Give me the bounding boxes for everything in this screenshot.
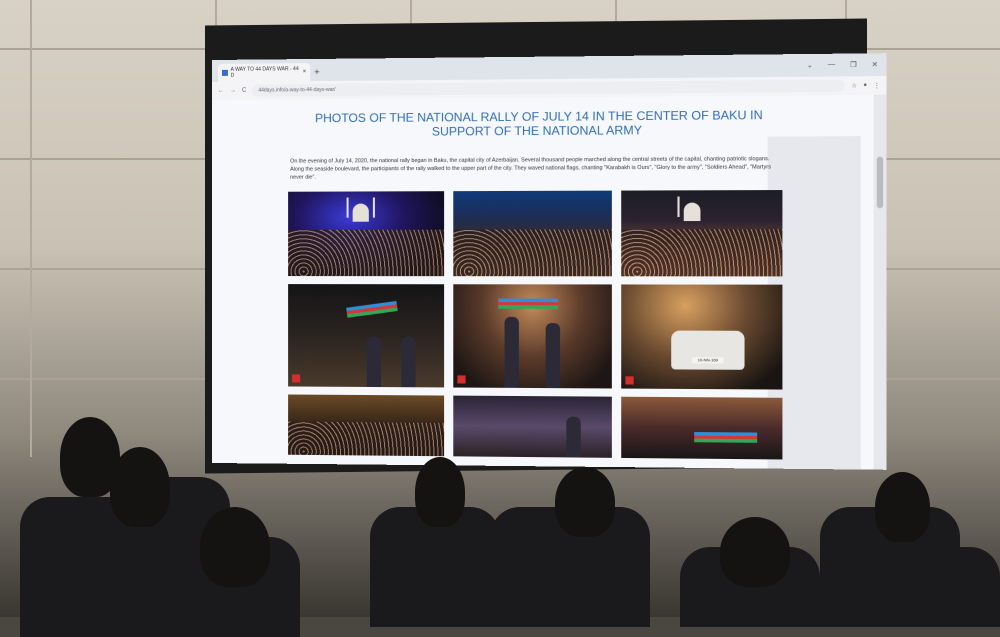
car: 10-NN-169	[671, 330, 745, 370]
new-tab-button[interactable]: +	[314, 67, 326, 81]
gallery-photo[interactable]	[288, 191, 445, 277]
url-input[interactable]: 44days.info/a-way-to-44-days-war/	[252, 79, 845, 97]
url-text: 44days.info/a-way-to-44-days-war/	[258, 86, 336, 94]
restore-button[interactable]: ❐	[850, 61, 857, 69]
favicon-icon	[221, 69, 228, 76]
audience-head	[200, 507, 270, 587]
crowd	[621, 228, 783, 277]
window-controls: ⌄ — ❐ ✕	[807, 60, 887, 70]
wall-panel-line	[30, 0, 32, 457]
audience-head	[875, 472, 930, 542]
forward-icon[interactable]: →	[230, 88, 236, 94]
gallery-photo[interactable]	[453, 190, 612, 277]
person	[401, 336, 416, 388]
audience	[0, 417, 1000, 637]
audience-head	[720, 517, 790, 587]
minaret	[346, 197, 349, 218]
crowd	[453, 229, 612, 277]
audience-member	[920, 547, 1000, 627]
license-plate: 10-NN-169	[692, 357, 724, 364]
audience-head	[110, 447, 170, 527]
web-page: PHOTOS OF THE NATIONAL RALLY OF JULY 14 …	[212, 94, 874, 470]
page-title: PHOTOS OF THE NATIONAL RALLY OF JULY 14 …	[314, 107, 763, 139]
audience-head	[415, 457, 465, 527]
mosque-dome	[683, 202, 701, 222]
back-icon[interactable]: ←	[218, 88, 224, 94]
gallery-photo[interactable]: 10-NN-169	[621, 284, 783, 390]
gallery-photo[interactable]	[453, 284, 612, 389]
menu-icon[interactable]: ⋮	[874, 82, 880, 89]
gallery-photo[interactable]	[621, 190, 783, 277]
azerbaijan-flag	[346, 300, 398, 318]
reload-icon[interactable]: C	[242, 88, 246, 94]
scrollbar-thumb[interactable]	[876, 156, 884, 209]
person	[366, 336, 382, 388]
profile-icon[interactable]: ●	[863, 82, 867, 88]
person	[504, 316, 519, 388]
tab-search-icon[interactable]: ⌄	[807, 61, 813, 69]
watermark-logo	[625, 376, 634, 385]
watermark-logo	[292, 374, 301, 383]
intro-paragraph: On the evening of July 14, 2020, the nat…	[290, 156, 772, 181]
close-button[interactable]: ✕	[872, 61, 878, 69]
tab-title: A WAY TO 44 DAYS WAR - 44 D	[230, 66, 299, 79]
person	[545, 323, 561, 389]
browser-tab[interactable]: A WAY TO 44 DAYS WAR - 44 D ×	[217, 63, 311, 82]
minaret	[677, 196, 680, 217]
azerbaijan-flag	[498, 298, 559, 309]
bookmark-star-icon[interactable]: ☆	[851, 82, 857, 89]
close-icon[interactable]: ×	[303, 69, 307, 75]
audience-head	[555, 467, 615, 537]
minimize-button[interactable]: —	[828, 61, 835, 69]
watermark-logo	[457, 375, 466, 384]
gallery-photo[interactable]	[288, 284, 445, 388]
mosque-dome	[352, 203, 369, 222]
minaret	[372, 197, 375, 218]
browser-window: A WAY TO 44 DAYS WAR - 44 D × + ⌄ — ❐ ✕ …	[212, 53, 887, 470]
scrollbar[interactable]	[873, 94, 887, 470]
crowd	[288, 229, 445, 277]
